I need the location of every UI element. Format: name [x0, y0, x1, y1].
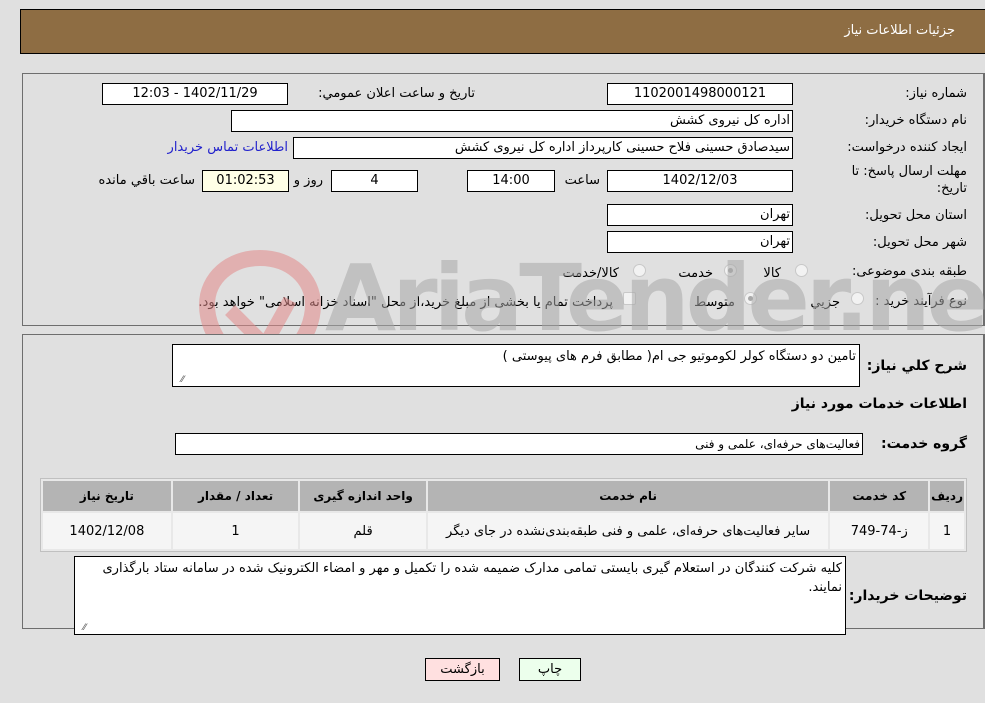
- process-type-label: نوع فرآیند خرید :: [875, 294, 967, 309]
- creator-field: سیدصادق حسینی فلاح حسینی کارپرداز اداره …: [293, 137, 793, 159]
- deadline-date-field: 1402/12/03: [607, 170, 793, 192]
- need-number-field: 1102001498000121: [607, 83, 793, 105]
- page-title: جزئیات اطلاعات نیاز: [844, 23, 955, 38]
- remaining-time-field: 01:02:53: [202, 170, 289, 192]
- col-header-name: نام خدمت: [427, 481, 829, 511]
- days-label: روز و: [293, 173, 323, 188]
- resize-grip-icon[interactable]: ⁄⁄: [176, 376, 184, 385]
- services-section-title: اطلاعات خدمات مورد نیاز: [791, 396, 967, 412]
- col-header-date: تاریخ نیاز: [43, 481, 171, 511]
- need-number-label: شماره نیاز:: [905, 86, 967, 101]
- cell-date: 1402/12/08: [43, 513, 171, 549]
- creator-label: ایجاد کننده درخواست:: [847, 140, 967, 155]
- description-textarea[interactable]: تامین دو دستگاه کولر لکوموتیو جی ام( مطا…: [172, 344, 860, 387]
- col-header-unit: واحد اندازه گیری: [300, 481, 426, 511]
- deadline-time-label: ساعت: [564, 173, 600, 188]
- buyer-org-field: اداره کل نیروی کشش: [231, 110, 793, 132]
- buyer-notes-textarea[interactable]: کلیه شرکت کنندگان در استعلام گیری بایستی…: [74, 556, 846, 635]
- print-button[interactable]: چاپ: [519, 658, 581, 681]
- category-option-goods-service: کالا/خدمت: [562, 266, 619, 281]
- province-field: تهران: [607, 204, 793, 226]
- col-header-code: کد خدمت: [830, 481, 929, 511]
- days-remaining-field: 4: [331, 170, 418, 192]
- process-radio-medium[interactable]: [744, 292, 757, 305]
- announce-label: تاریخ و ساعت اعلان عمومي:: [318, 86, 475, 101]
- city-label: شهر محل تحویل:: [872, 235, 967, 250]
- treasury-checkbox[interactable]: [623, 292, 636, 305]
- category-radio-service[interactable]: [724, 264, 737, 277]
- process-radio-minor[interactable]: [851, 292, 864, 305]
- buyer-org-label: نام دستگاه خریدار:: [864, 113, 967, 128]
- city-field: تهران: [607, 231, 793, 253]
- cell-code: ز-74-749: [830, 513, 929, 549]
- col-header-quantity: تعداد / مقدار: [172, 481, 299, 511]
- treasury-note: پرداخت تمام یا بخشی از مبلغ خرید،از محل …: [198, 295, 613, 310]
- services-table-header: ردیف کد خدمت نام خدمت واحد اندازه گیری ت…: [43, 481, 964, 511]
- buyer-notes-text: کلیه شرکت کنندگان در استعلام گیری بایستی…: [102, 561, 843, 595]
- category-option-goods: کالا: [763, 266, 781, 281]
- resize-grip-icon[interactable]: ⁄⁄: [78, 624, 86, 633]
- category-label: طبقه بندی موضوعی:: [851, 264, 967, 279]
- process-option-minor: جزيي: [810, 295, 840, 310]
- remaining-time-label: ساعت باقي مانده: [98, 173, 195, 188]
- cell-unit: قلم: [300, 513, 426, 549]
- cell-name: سایر فعالیت‌های حرفه‌ای، علمی و فنی طبقه…: [427, 513, 829, 549]
- announce-datetime-field: 1402/11/29 - 12:03: [102, 83, 288, 105]
- col-header-index: ردیف: [930, 481, 964, 511]
- category-option-service: خدمت: [678, 266, 713, 281]
- category-radio-goods-service[interactable]: [633, 264, 646, 277]
- service-group-field: فعالیت‌های حرفه‌ای، علمی و فنی: [175, 433, 863, 455]
- back-button[interactable]: بازگشت: [425, 658, 500, 681]
- buyer-notes-label: توضیحات خریدار:: [848, 588, 967, 604]
- page-header: جزئیات اطلاعات نیاز: [20, 9, 985, 54]
- service-group-label: گروه خدمت:: [881, 436, 967, 452]
- buyer-contact-link[interactable]: اطلاعات تماس خریدار: [168, 140, 288, 155]
- deadline-time-field: 14:00: [467, 170, 555, 192]
- description-label: شرح کلي نیاز:: [866, 358, 967, 374]
- province-label: استان محل تحویل:: [865, 208, 967, 223]
- description-text: تامین دو دستگاه کولر لکوموتیو جی ام( مطا…: [502, 349, 856, 364]
- cell-quantity: 1: [172, 513, 299, 549]
- category-radio-goods[interactable]: [795, 264, 808, 277]
- deadline-label-line2: تاریخ:: [936, 181, 967, 196]
- process-option-medium: متوسط: [694, 295, 735, 310]
- services-table: ردیف کد خدمت نام خدمت واحد اندازه گیری ت…: [40, 478, 967, 552]
- table-row: 1 ز-74-749 سایر فعالیت‌های حرفه‌ای، علمی…: [43, 513, 964, 549]
- deadline-label-line1: مهلت ارسال پاسخ: تا: [851, 164, 967, 179]
- cell-index: 1: [930, 513, 964, 549]
